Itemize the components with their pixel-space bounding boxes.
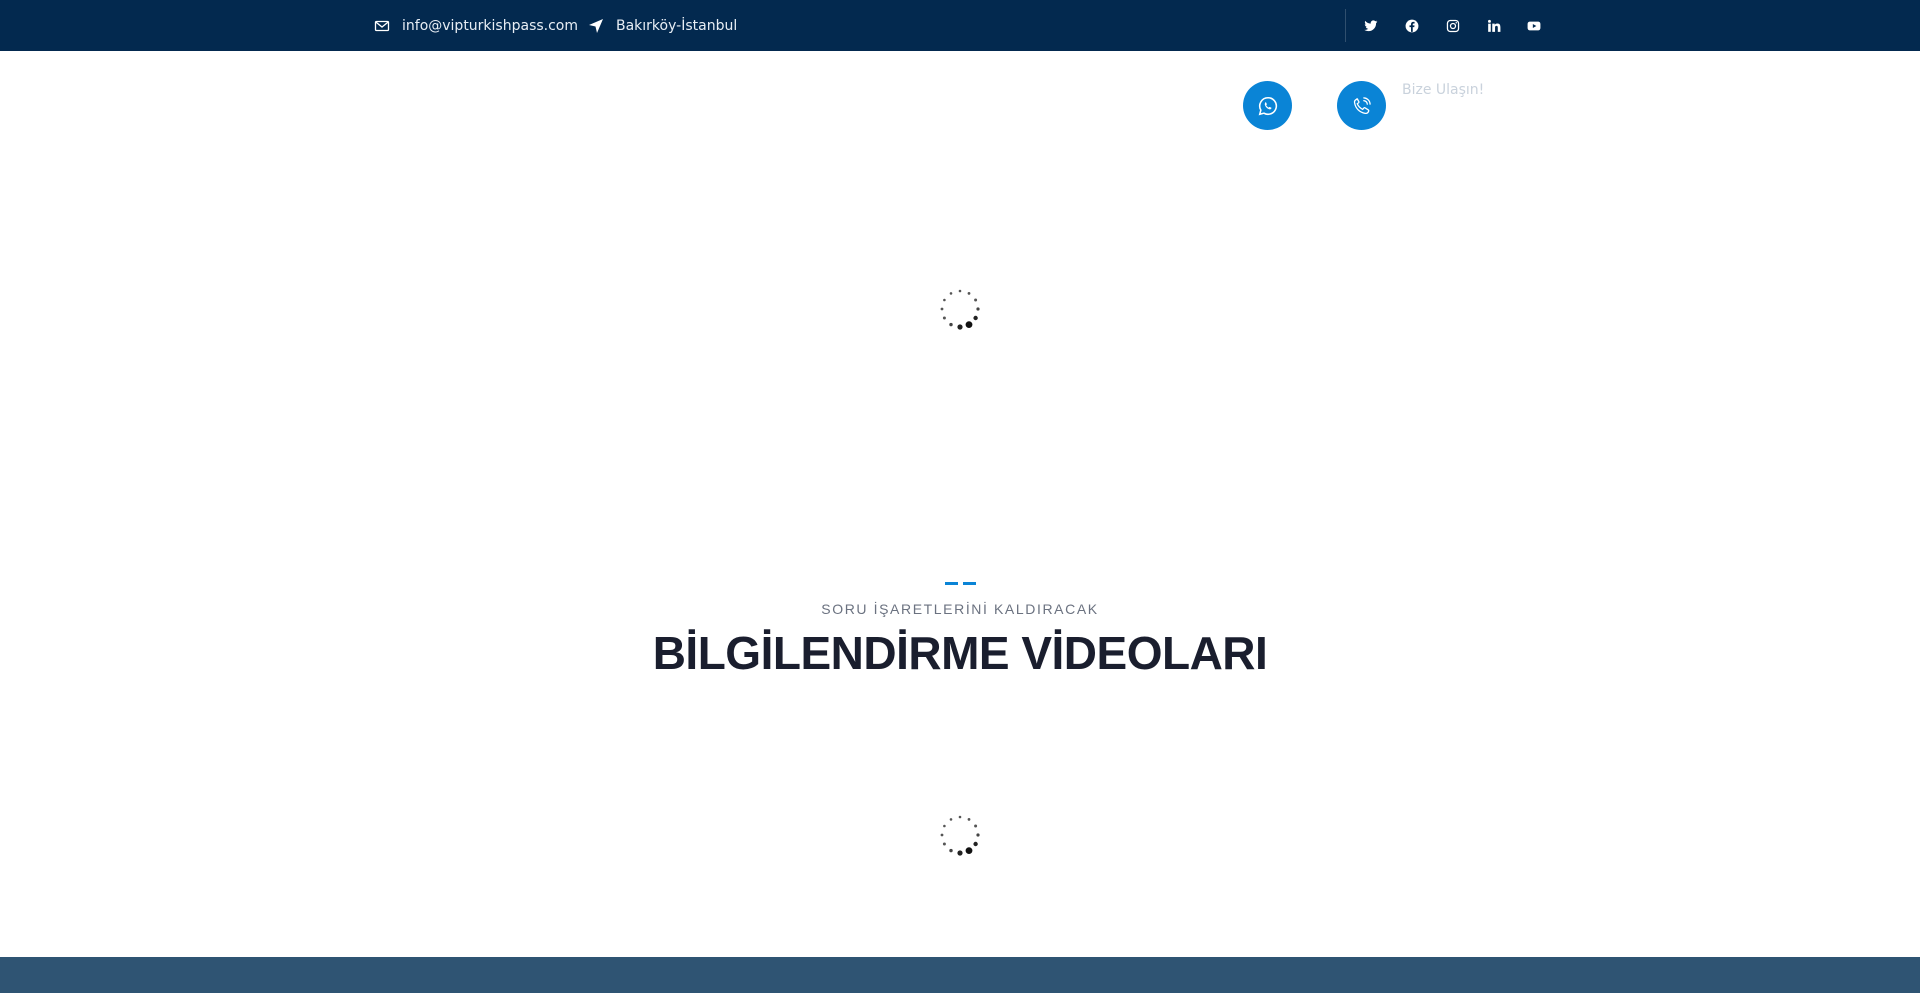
accent-dash bbox=[945, 582, 958, 585]
instagram-icon[interactable] bbox=[1442, 0, 1464, 51]
section-title: BİLGİLENDİRME VİDEOLARI bbox=[652, 627, 1268, 679]
twitter-icon[interactable] bbox=[1360, 0, 1382, 51]
phone-call-icon bbox=[1353, 96, 1371, 114]
location-contact: Bakırköy-İstanbul bbox=[588, 0, 737, 51]
loading-spinner bbox=[940, 815, 980, 856]
email-contact[interactable]: info@vipturkishpass.com bbox=[374, 0, 578, 51]
location-arrow-icon bbox=[588, 18, 604, 34]
location-text: Bakırköy-İstanbul bbox=[616, 17, 738, 34]
accent-dash bbox=[963, 582, 976, 585]
top-bar: info@vipturkishpass.com Bakırköy-İstanbu… bbox=[0, 0, 1920, 51]
youtube-icon[interactable] bbox=[1523, 0, 1545, 51]
footer-band bbox=[0, 957, 1920, 993]
topbar-divider bbox=[1345, 9, 1346, 42]
section-subtitle: SORU İŞARETLERİNİ KALDIRACAK bbox=[821, 601, 1099, 617]
whatsapp-icon bbox=[1258, 96, 1277, 115]
email-text: info@vipturkishpass.com bbox=[402, 17, 579, 34]
linkedin-icon[interactable] bbox=[1483, 0, 1505, 51]
whatsapp-button[interactable] bbox=[1243, 81, 1292, 130]
loading-spinner bbox=[940, 289, 980, 330]
facebook-icon[interactable] bbox=[1401, 0, 1423, 51]
contact-us-label[interactable]: Bize Ulaşın! bbox=[1402, 82, 1484, 98]
call-button[interactable] bbox=[1337, 81, 1386, 130]
envelope-icon bbox=[374, 18, 390, 34]
